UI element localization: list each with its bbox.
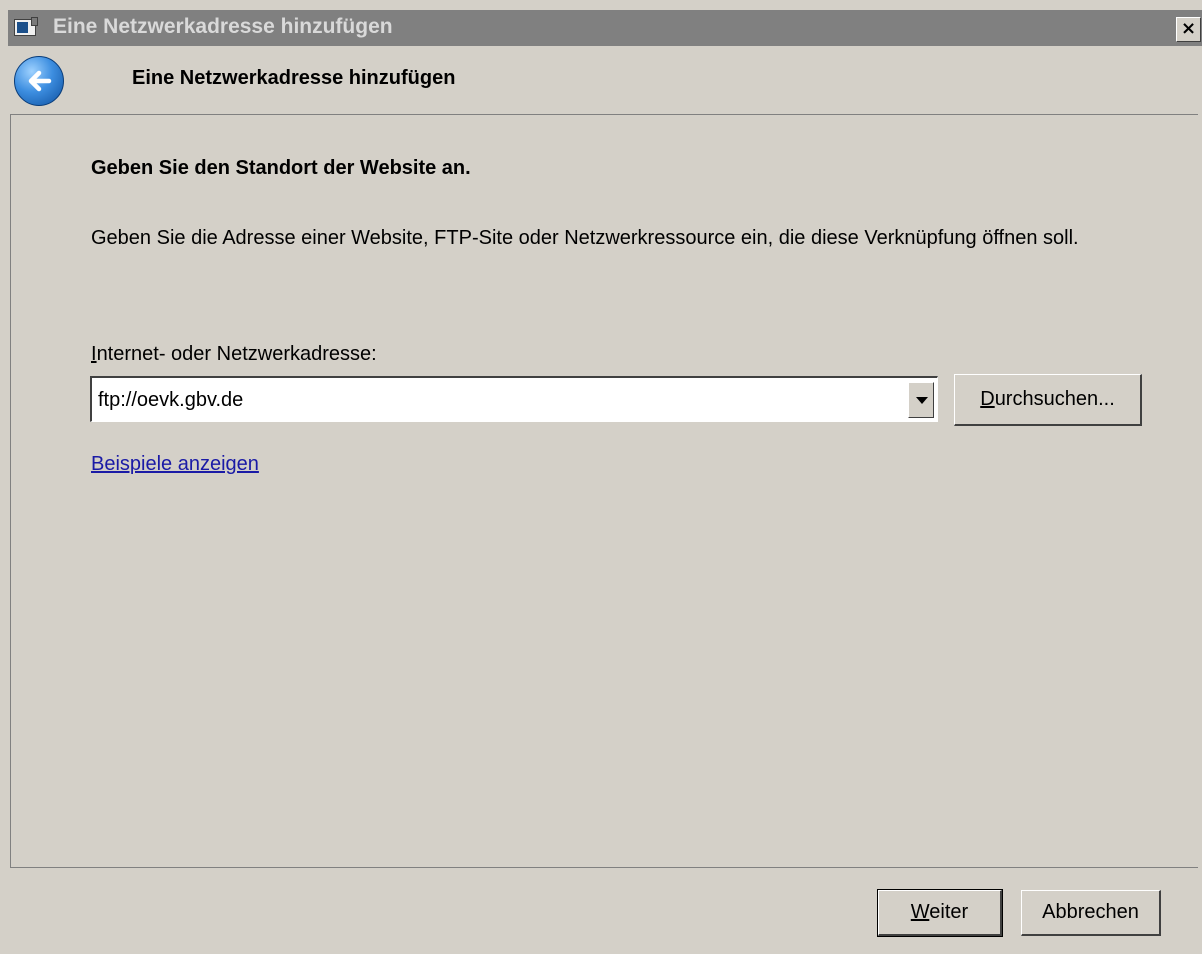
address-field-label: Internet- oder Netzwerkadresse: [91,343,377,366]
browse-mnemonic: D [980,388,995,410]
address-label-rest: nternet- oder Netzwerkadresse: [96,343,377,365]
next-mnemonic: W [910,901,930,923]
page-description: Geben Sie die Adresse einer Website, FTP… [91,227,1079,249]
window-title: Eine Netzwerkadresse hinzufügen [53,15,393,38]
chevron-down-icon[interactable] [908,382,934,418]
address-combobox[interactable] [90,376,938,422]
browse-label-rest: urchsuchen... [994,388,1115,410]
back-button[interactable] [14,56,64,106]
address-input[interactable] [98,385,888,415]
wizard-header: Eine Netzwerkadresse hinzufügen [8,46,1202,112]
wizard-title: Eine Netzwerkadresse hinzufügen [132,67,456,89]
next-label-rest: eiter [929,901,969,923]
page-heading: Geben Sie den Standort der Website an. [91,157,471,179]
window-app-icon [14,17,38,36]
content-panel: Geben Sie den Standort der Website an. G… [10,114,1198,868]
dialog-window: Eine Netzwerkadresse hinzufügen × Eine N… [0,0,1202,954]
show-examples-link[interactable]: Beispiele anzeigen [91,453,259,476]
title-bar[interactable]: Eine Netzwerkadresse hinzufügen × [8,10,1202,46]
back-arrow-icon [28,70,52,92]
cancel-button[interactable]: Abbrechen [1021,890,1161,936]
browse-button[interactable]: Durchsuchen... [954,374,1142,426]
next-button[interactable]: Weiter [877,889,1003,937]
close-button[interactable]: × [1176,17,1201,42]
close-icon: × [1180,18,1197,39]
